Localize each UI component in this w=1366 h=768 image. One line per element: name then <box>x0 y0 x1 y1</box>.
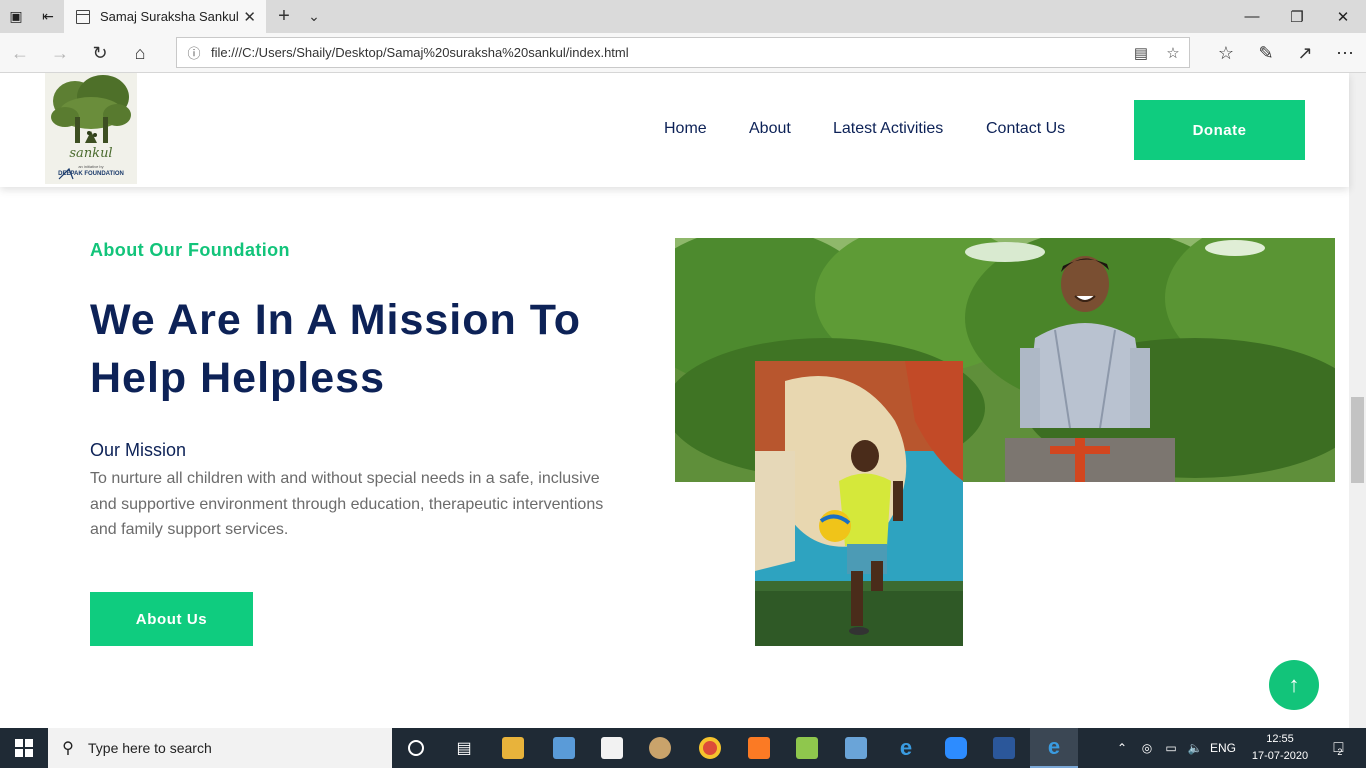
nav-about[interactable]: About <box>749 120 791 138</box>
page-viewport: sankul an initiative by DEEPAK FOUNDATIO… <box>0 73 1366 728</box>
nav-contact-us[interactable]: Contact Us <box>986 120 1065 138</box>
system-clock[interactable]: 12:55 17-07-2020 <box>1248 731 1312 765</box>
logo-tagline: an initiative by <box>78 164 104 169</box>
refresh-icon[interactable]: ↻ <box>80 33 120 73</box>
store-icon[interactable] <box>588 728 636 768</box>
internet-explorer-icon[interactable]: e <box>882 728 930 768</box>
chrome-icon[interactable] <box>686 728 734 768</box>
clock-date: 17-07-2020 <box>1251 750 1309 762</box>
browser-tab[interactable]: Samaj Suraksha Sankul ✕ <box>64 0 266 33</box>
laptop-app-icon[interactable] <box>540 728 588 768</box>
clock-time: 12:55 <box>1266 733 1294 745</box>
restore-icon[interactable]: ❐ <box>1274 0 1320 33</box>
star-icon[interactable]: ☆ <box>1157 38 1189 67</box>
close-icon[interactable]: ✕ <box>243 8 256 26</box>
scrollbar-thumb[interactable] <box>1351 397 1364 483</box>
donate-button[interactable]: Donate <box>1134 100 1305 160</box>
nav-latest-activities[interactable]: Latest Activities <box>833 120 943 138</box>
back-icon[interactable]: ← <box>0 33 40 73</box>
virtualbox-icon[interactable] <box>832 728 880 768</box>
search-placeholder: Type here to search <box>88 740 212 756</box>
logo-foundation: DEEPAK FOUNDATION <box>58 171 124 177</box>
kid-with-ball-photo <box>755 361 963 646</box>
battery-icon[interactable]: ▭ <box>1160 728 1182 768</box>
scroll-to-top-button[interactable]: ↑ <box>1269 660 1319 710</box>
xampp-icon[interactable] <box>735 728 783 768</box>
taskbar-search-input[interactable]: ⚲ Type here to search <box>48 728 392 768</box>
edge-icon[interactable]: e <box>1030 728 1078 768</box>
mission-text: To nurture all children with and without… <box>90 470 604 538</box>
windows-taskbar: ⚲ Type here to search ▤ e e ⌃ ◎ ▭ 🔈 ENG … <box>0 728 1366 768</box>
chevron-up-icon[interactable]: ⌃ <box>1112 728 1132 768</box>
chevron-down-icon[interactable]: ⌄ <box>300 0 328 33</box>
language-indicator[interactable]: ENG <box>1208 728 1238 768</box>
site-header: sankul an initiative by DEEPAK FOUNDATIO… <box>0 73 1349 187</box>
section-heading: We Are In A Mission To Help Helpless <box>90 291 650 407</box>
search-icon: ⚲ <box>62 740 74 757</box>
browser-address-bar: ← → ↻ ⌂ ⓘ file:///C:/Users/Shaily/Deskto… <box>0 33 1366 73</box>
task-view-icon[interactable]: ▤ <box>440 728 488 768</box>
tab-actions-icon[interactable]: ▣ <box>0 0 32 33</box>
word-icon[interactable] <box>980 728 1028 768</box>
mural-photo-image <box>755 361 963 646</box>
section-eyebrow: About Our Foundation <box>90 240 290 260</box>
minimize-icon[interactable]: — <box>1229 0 1275 33</box>
page-icon <box>76 9 90 24</box>
nav-home[interactable]: Home <box>664 120 707 138</box>
heading-line-1: We Are In A Mission To <box>90 296 582 344</box>
windows-start-icon[interactable] <box>0 728 48 768</box>
notification-count: 2 <box>1337 747 1343 757</box>
info-icon[interactable]: ⓘ <box>177 43 211 62</box>
share-icon[interactable]: ↗ <box>1285 33 1325 73</box>
windows-logo-icon <box>15 739 33 757</box>
file-explorer-icon[interactable] <box>489 728 537 768</box>
window-close-icon[interactable]: ✕ <box>1320 0 1366 33</box>
network-icon[interactable]: ◎ <box>1136 728 1158 768</box>
pen-icon[interactable]: ✎ <box>1246 33 1286 73</box>
notification-icon[interactable]: □ 2 <box>1318 728 1358 768</box>
site-logo[interactable]: sankul an initiative by DEEPAK FOUNDATIO… <box>45 73 137 184</box>
plus-icon[interactable]: + <box>270 0 298 33</box>
volume-icon[interactable]: 🔈 <box>1184 728 1206 768</box>
paint-icon[interactable] <box>636 728 684 768</box>
zoom-icon[interactable] <box>932 728 980 768</box>
favorites-icon[interactable]: ☆ <box>1206 33 1246 73</box>
url-text[interactable]: file:///C:/Users/Shaily/Desktop/Samaj%20… <box>211 45 1125 60</box>
reading-view-icon[interactable]: ▤ <box>1125 38 1157 67</box>
about-us-button[interactable]: About Us <box>90 592 253 646</box>
home-icon[interactable]: ⌂ <box>120 33 160 73</box>
url-field[interactable]: ⓘ file:///C:/Users/Shaily/Desktop/Samaj%… <box>176 37 1190 68</box>
browser-tab-bar: ▣ ⇤ Samaj Suraksha Sankul ✕ + ⌄ — ❐ ✕ <box>0 0 1366 33</box>
more-icon[interactable]: ⋯ <box>1325 33 1365 73</box>
page-scrollbar[interactable] <box>1349 73 1366 728</box>
forward-icon[interactable]: → <box>40 33 80 73</box>
set-aside-tabs-icon[interactable]: ⇤ <box>32 0 64 33</box>
logo-wordmark: sankul <box>69 146 113 161</box>
cortana-icon[interactable] <box>392 728 440 768</box>
arrow-up-icon: ↑ <box>1288 672 1300 697</box>
heading-line-2: Help Helpless <box>90 354 385 402</box>
mission-title: Our Mission <box>90 440 187 460</box>
tab-title: Samaj Suraksha Sankul <box>100 9 239 24</box>
notepad-plus-icon[interactable] <box>783 728 831 768</box>
